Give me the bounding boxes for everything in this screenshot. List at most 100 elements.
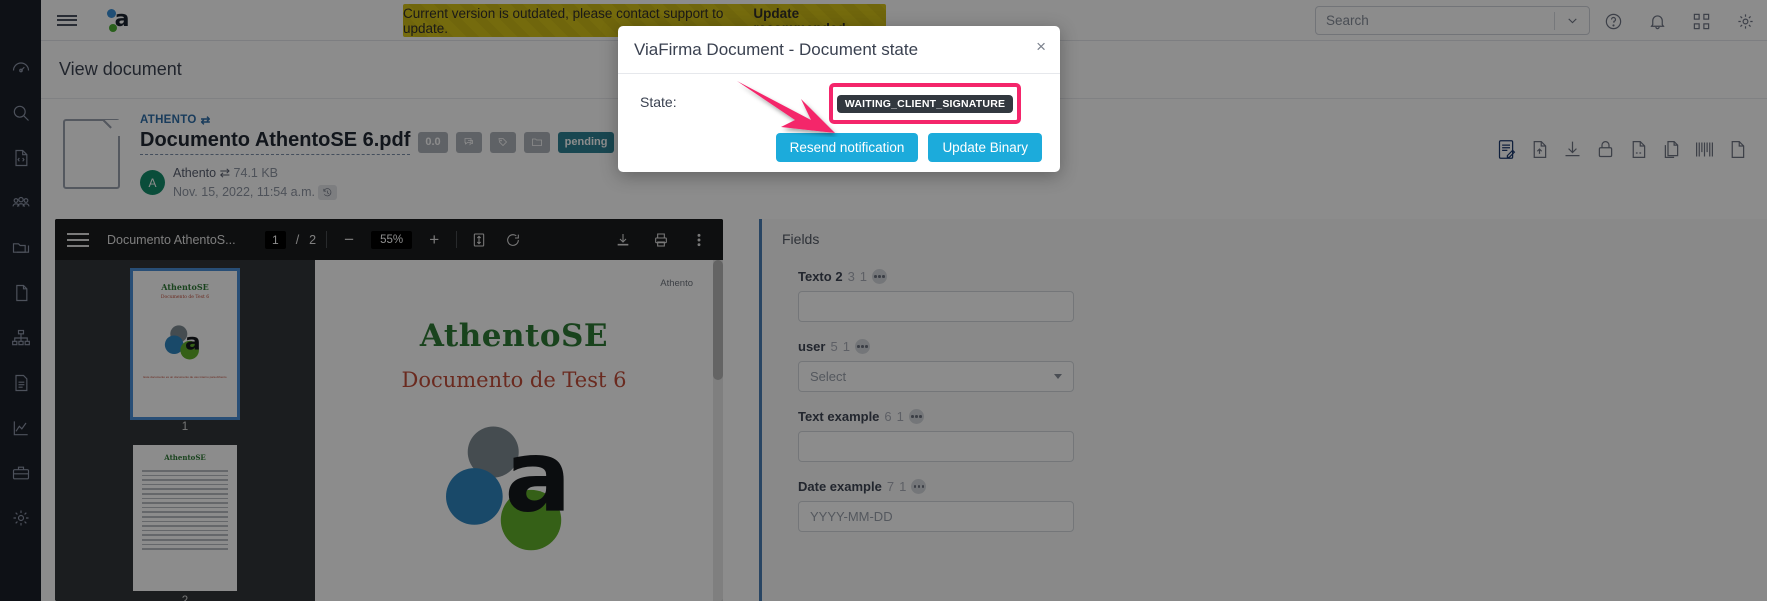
status-badge: WAITING_CLIENT_SIGNATURE [837, 95, 1013, 113]
field-num-2: 1 [843, 339, 850, 354]
grid-apps-icon[interactable] [1688, 8, 1714, 34]
field-name: Texto 2 [798, 269, 843, 284]
document-actions [1494, 137, 1749, 161]
chip-status-pending[interactable]: pending [558, 132, 615, 153]
document-organization-label: ATHENTO [140, 114, 197, 126]
fields-list: Texto 2 3 1 user 5 1 Select [762, 247, 1767, 532]
pdf-thumbnail-page-1[interactable]: AthentoSE Documento de Test 6 a Este doc… [133, 271, 237, 417]
comment-icon[interactable] [456, 132, 482, 153]
zoom-out-button[interactable]: − [337, 228, 361, 252]
page-title: View document [59, 59, 182, 80]
logo: a [93, 0, 151, 41]
field-num-1: 6 [884, 409, 891, 424]
field-select-value: Select [810, 369, 846, 384]
pdf-page-1: Athento AthentoSE Documento de Test 6 a [315, 260, 713, 601]
sidebar-item-dashboard[interactable] [0, 45, 41, 90]
chip-version[interactable]: 0.0 [418, 132, 447, 153]
tag-icon[interactable] [490, 132, 516, 153]
field-input-texto-2[interactable] [798, 291, 1074, 322]
logo-dot-green [109, 24, 117, 32]
field-num-1: 7 [887, 479, 894, 494]
pdf-page-watermark: Athento [660, 278, 693, 289]
swap-icon[interactable]: ⇄ [201, 113, 211, 127]
sidebar-item-folders[interactable] [0, 225, 41, 270]
pdf-thumbnail-2[interactable]: AthentoSE 2 [55, 445, 315, 601]
field-user: user 5 1 Select [798, 339, 1074, 392]
more-vertical-icon[interactable] [687, 228, 711, 252]
document-author-name: Athento [173, 166, 216, 180]
help-circle-icon[interactable] [1600, 8, 1626, 34]
field-num-1: 3 [848, 269, 855, 284]
sidebar-item-chart[interactable] [0, 405, 41, 450]
chevron-down-icon[interactable] [1555, 14, 1589, 27]
search-box[interactable]: Search [1315, 6, 1590, 35]
field-name: user [798, 339, 825, 354]
field-label-texto-2: Texto 2 3 1 [798, 269, 1074, 284]
pdf-document-title: Documento AthentoS... [107, 233, 255, 247]
sidebar-item-search[interactable] [0, 90, 41, 135]
search-input[interactable]: Search [1316, 13, 1554, 28]
pdf-icon[interactable] [1626, 137, 1650, 161]
state-label: State: [640, 94, 677, 110]
chevron-down-icon[interactable] [1054, 374, 1062, 379]
field-num-2: 1 [899, 479, 906, 494]
zoom-in-button[interactable]: + [422, 228, 446, 252]
screen: a Current version is outdated, please co… [0, 0, 1767, 601]
update-binary-button[interactable]: Update Binary [928, 133, 1042, 162]
document-name[interactable]: Documento AthentoSE 6.pdf [140, 129, 410, 155]
pdf-page-logo: a [364, 402, 664, 572]
download-icon[interactable] [611, 228, 635, 252]
pdf-toolbar: Documento AthentoS... 1 / 2 − 55% + [55, 219, 723, 260]
pdf-thumbnail-page-2[interactable]: AthentoSE [133, 445, 237, 591]
pdf-scrollbar[interactable] [713, 260, 723, 601]
logo-dot-blue [107, 9, 116, 18]
file-upload-icon[interactable] [1527, 137, 1551, 161]
lock-icon[interactable] [1593, 137, 1617, 161]
file-copy-icon[interactable] [1659, 137, 1683, 161]
sidebar-item-document[interactable] [0, 270, 41, 315]
field-input-text-example[interactable] [798, 431, 1074, 462]
sidebar-item-sitemap[interactable] [0, 315, 41, 360]
fit-page-icon[interactable] [467, 228, 491, 252]
document-size: 74.1 KB [234, 166, 278, 180]
field-select-user[interactable]: Select [798, 361, 1074, 392]
download-icon[interactable] [1560, 137, 1584, 161]
thumb2-lines [142, 470, 228, 550]
gear-icon[interactable] [1732, 8, 1758, 34]
folder-icon[interactable] [524, 132, 550, 153]
bell-icon[interactable] [1644, 8, 1670, 34]
swap-icon-small: ⇄ [220, 166, 230, 180]
sign-document-icon[interactable] [1494, 137, 1518, 161]
sidebar-item-code-file[interactable] [0, 135, 41, 180]
close-icon[interactable]: × [1036, 38, 1046, 55]
pdf-thumbnail-1[interactable]: AthentoSE Documento de Test 6 a Este doc… [55, 271, 315, 445]
document-date: Nov. 15, 2022, 11:54 a.m. [173, 185, 315, 199]
sidebar-item-settings[interactable] [0, 495, 41, 540]
field-options-icon[interactable] [855, 339, 870, 354]
avatar: A [140, 170, 165, 195]
field-texto-2: Texto 2 3 1 [798, 269, 1074, 322]
pdf-scrollbar-thumb[interactable] [713, 260, 723, 380]
pdf-page-area[interactable]: Athento AthentoSE Documento de Test 6 a [315, 260, 723, 601]
pdf-sidebar-toggle-icon[interactable] [67, 233, 89, 247]
history-icon[interactable] [318, 185, 337, 200]
field-input-date-example[interactable]: YYYY-MM-DD [798, 501, 1074, 532]
rotate-icon[interactable] [501, 228, 525, 252]
pdf-zoom-level[interactable]: 55% [371, 231, 412, 249]
pdf-page-input[interactable]: 1 [265, 231, 286, 249]
sidebar-item-users[interactable] [0, 180, 41, 225]
field-num-2: 1 [897, 409, 904, 424]
field-options-icon[interactable] [909, 409, 924, 424]
field-options-icon[interactable] [911, 479, 926, 494]
barcode-icon[interactable] [1692, 137, 1716, 161]
hamburger-icon[interactable] [41, 0, 93, 41]
sidebar-item-briefcase[interactable] [0, 450, 41, 495]
field-name: Text example [798, 409, 879, 424]
resend-notification-button[interactable]: Resend notification [776, 133, 919, 162]
sidebar-item-file-lines[interactable] [0, 360, 41, 405]
field-options-icon[interactable] [872, 269, 887, 284]
field-num-2: 1 [860, 269, 867, 284]
print-icon[interactable] [649, 228, 673, 252]
more-file-icon[interactable] [1725, 137, 1749, 161]
pdf-page-separator: / [296, 233, 299, 247]
